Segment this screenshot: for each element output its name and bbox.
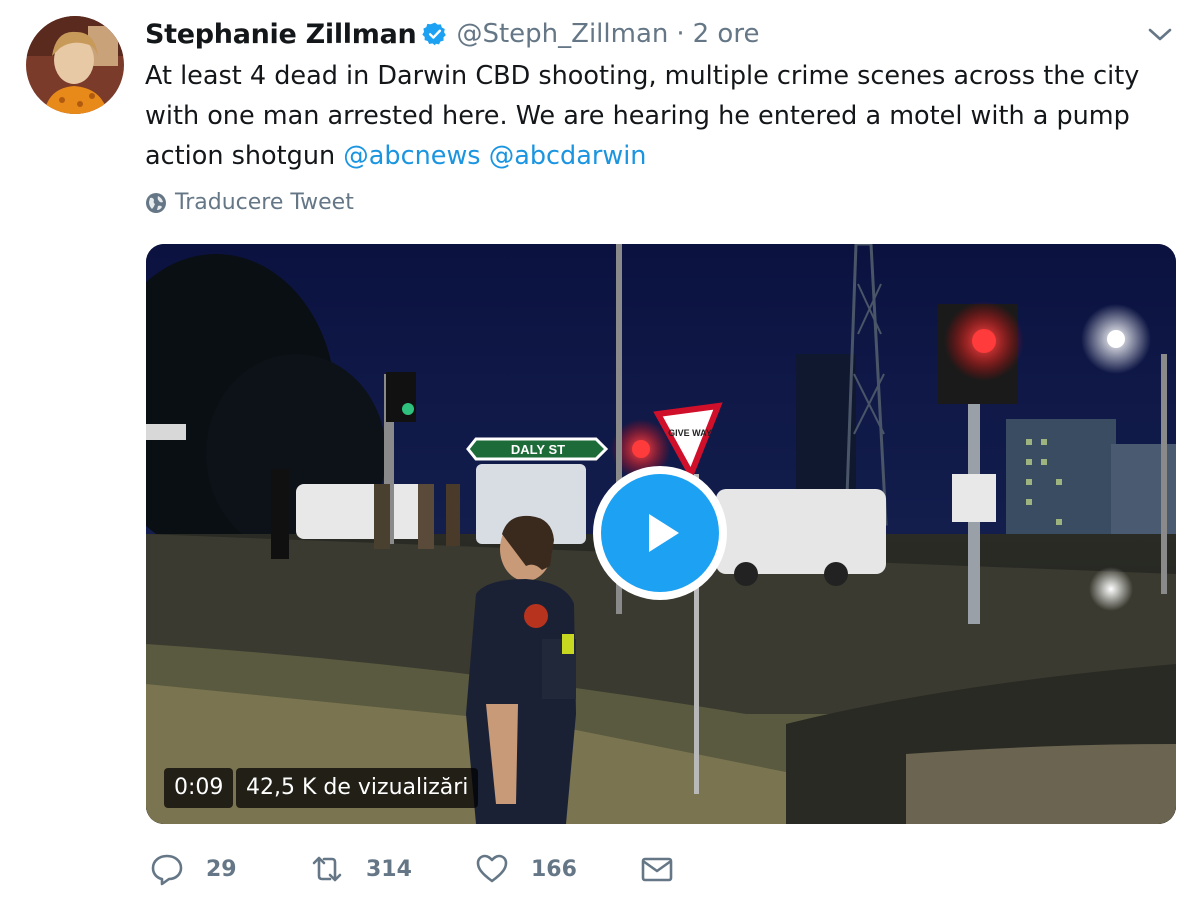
globe-icon (146, 192, 166, 213)
chevron-down-icon[interactable] (1146, 22, 1174, 46)
avatar-image (26, 16, 124, 114)
video-player[interactable]: DALY ST GIVE WAY 0:09 42,5 K de vizualiz… (146, 244, 1176, 824)
retweet-button[interactable]: 314 (310, 852, 475, 886)
like-count: 166 (531, 856, 577, 882)
translate-tweet-link[interactable]: Traducere Tweet (145, 190, 354, 215)
retweet-count: 314 (366, 856, 412, 882)
direct-message-button[interactable] (640, 852, 674, 886)
video-duration: 0:09 (164, 768, 234, 808)
user-handle[interactable]: @Steph_Zillman (456, 19, 668, 49)
reply-button[interactable]: 29 (150, 852, 310, 886)
street-sign-text: DALY ST (511, 442, 565, 457)
mention-link[interactable]: @abcnews (343, 141, 480, 171)
separator-dot: · (676, 19, 685, 49)
avatar[interactable] (26, 16, 124, 114)
yield-sign-text: GIVE WAY (668, 428, 712, 438)
reply-icon (151, 854, 183, 886)
retweet-icon (312, 856, 342, 882)
mention-link[interactable]: @abcdarwin (489, 141, 647, 171)
like-icon (476, 854, 508, 883)
video-view-count: 42,5 K de vizualizări (236, 768, 479, 808)
tweet-actions: 29 314 166 (150, 852, 674, 886)
display-name[interactable]: Stephanie Zillman (145, 19, 417, 50)
play-icon (649, 514, 679, 552)
verified-badge-icon (422, 22, 447, 46)
direct-message-icon (641, 857, 673, 882)
tweet-timestamp[interactable]: 2 ore (693, 19, 760, 49)
tweet-header: Stephanie Zillman @Steph_Zillman · 2 ore (145, 14, 759, 54)
like-button[interactable]: 166 (475, 852, 640, 886)
play-button[interactable] (593, 466, 727, 600)
reply-count: 29 (206, 856, 237, 882)
tweet[interactable]: Stephanie Zillman @Steph_Zillman · 2 ore… (0, 0, 1200, 900)
tweet-text: At least 4 dead in Darwin CBD shooting, … (145, 56, 1175, 176)
translate-label: Traducere Tweet (175, 190, 354, 215)
